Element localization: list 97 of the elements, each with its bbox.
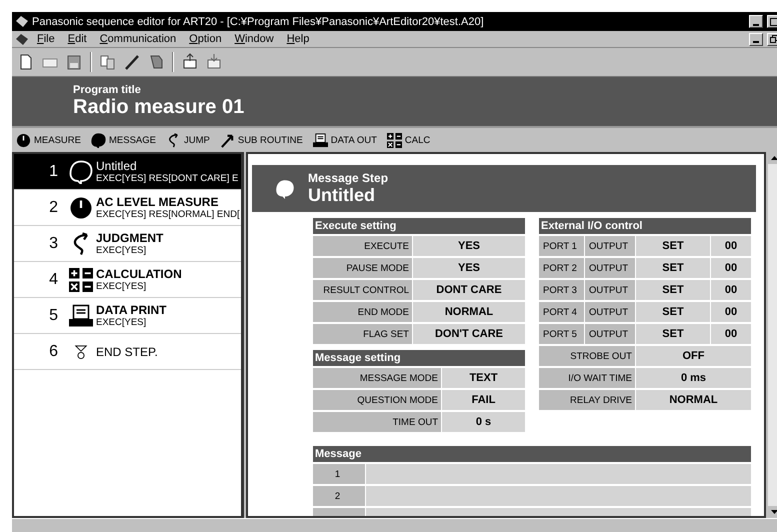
maximize-icon bbox=[770, 18, 777, 26]
setting-label: EXECUTE bbox=[313, 236, 412, 256]
port-action[interactable]: SET bbox=[636, 324, 710, 344]
dial-icon bbox=[69, 196, 93, 220]
port-mode: OUTPUT bbox=[585, 236, 635, 256]
copy-icon[interactable] bbox=[100, 53, 116, 71]
setting-value[interactable]: 0 ms bbox=[636, 368, 751, 388]
setting-value[interactable]: NORMAL bbox=[413, 302, 525, 322]
program-title: Radio measure 01 bbox=[73, 96, 246, 119]
pencil-icon[interactable] bbox=[124, 53, 140, 71]
setting-label: END MODE bbox=[313, 302, 412, 322]
dial-icon bbox=[16, 132, 31, 148]
setting-value[interactable]: YES bbox=[413, 236, 525, 256]
setting-value[interactable]: YES bbox=[413, 258, 525, 278]
toolbar-button[interactable]: DATA OUT bbox=[330, 134, 377, 146]
port-label: PORT 5 bbox=[539, 324, 584, 344]
menu-item[interactable]: Window bbox=[230, 33, 279, 45]
new-file-icon[interactable] bbox=[18, 53, 34, 71]
port-action[interactable]: SET bbox=[636, 236, 710, 256]
toolbar-button[interactable]: MEASURE bbox=[34, 134, 81, 146]
minimize-icon bbox=[753, 24, 759, 26]
toolbar-button[interactable]: JUMP bbox=[184, 134, 210, 146]
download-icon[interactable] bbox=[206, 53, 222, 71]
save-icon[interactable] bbox=[66, 53, 82, 71]
toolbar-button[interactable]: SUB ROUTINE bbox=[238, 134, 303, 146]
message-line-field[interactable] bbox=[366, 486, 751, 506]
section-title: Execute setting bbox=[313, 218, 525, 234]
step-item[interactable]: 1 Untitled EXEC[YES] RES[DONT CARE] E bbox=[14, 154, 241, 190]
setting-value[interactable]: TEXT bbox=[442, 368, 525, 388]
restore-icon bbox=[770, 35, 777, 43]
setting-value[interactable]: 0 s bbox=[442, 412, 525, 432]
setting-value[interactable]: DONT CARE bbox=[413, 280, 525, 300]
setting-value[interactable]: NORMAL bbox=[636, 390, 751, 410]
toolbar-button[interactable]: MESSAGE bbox=[108, 134, 156, 146]
setting-label: MESSAGE MODE bbox=[313, 368, 441, 388]
minimize-icon bbox=[753, 41, 759, 43]
setting-label: I/O WAIT TIME bbox=[539, 368, 635, 388]
program-title-label: Program title bbox=[73, 84, 142, 96]
window-title: Panasonic sequence editor for ART20 - [C:¥Program Files¥Panasonic¥ArtEditor20¥test.A20] bbox=[32, 16, 485, 28]
port-code[interactable]: 00 bbox=[711, 324, 751, 344]
speech-bubble-icon bbox=[90, 132, 106, 148]
section-title: External I/O control bbox=[539, 218, 751, 234]
setting-value[interactable]: DON'T CARE bbox=[413, 324, 525, 344]
setting-label: TIME OUT bbox=[313, 412, 441, 432]
port-code[interactable]: 00 bbox=[711, 302, 751, 322]
minimize-button[interactable] bbox=[749, 32, 763, 46]
scroll-up-icon[interactable] bbox=[770, 156, 777, 160]
menu-item[interactable]: Communication bbox=[94, 33, 182, 45]
message-line-field[interactable] bbox=[366, 464, 751, 484]
setting-label: FLAG SET bbox=[313, 324, 412, 344]
speech-bubble-icon bbox=[69, 160, 93, 184]
printer-icon bbox=[312, 132, 328, 148]
calculator-keys-icon bbox=[69, 268, 93, 292]
port-action[interactable]: SET bbox=[636, 302, 710, 322]
setting-label: PAUSE MODE bbox=[313, 258, 412, 278]
line-number: 2 bbox=[313, 486, 365, 506]
port-code[interactable]: 00 bbox=[711, 258, 751, 278]
step-type-label: Message Step bbox=[308, 171, 388, 185]
port-label: PORT 1 bbox=[539, 236, 584, 256]
calculator-keys-icon bbox=[386, 132, 402, 148]
menu-item[interactable]: Option bbox=[184, 33, 227, 45]
section-title: Message bbox=[313, 446, 751, 462]
restore-button[interactable] bbox=[767, 32, 777, 46]
port-mode: OUTPUT bbox=[585, 258, 635, 278]
minimize-button[interactable] bbox=[749, 15, 763, 28]
section-title: Message setting bbox=[313, 350, 525, 366]
menu-item[interactable]: Edit bbox=[62, 33, 92, 45]
port-mode: OUTPUT bbox=[585, 302, 635, 322]
line-number: 1 bbox=[313, 464, 365, 484]
port-label: PORT 3 bbox=[539, 280, 584, 300]
printer-icon bbox=[69, 304, 93, 328]
maximize-button[interactable] bbox=[767, 15, 777, 28]
toolbar-button[interactable]: CALC bbox=[404, 134, 430, 146]
port-label: PORT 4 bbox=[539, 302, 584, 322]
port-action[interactable]: SET bbox=[636, 258, 710, 278]
end-step-icon bbox=[74, 344, 88, 358]
port-action[interactable]: SET bbox=[636, 280, 710, 300]
speech-bubble-icon bbox=[274, 178, 296, 198]
step-title: Untitled bbox=[308, 185, 376, 206]
scrollbar[interactable] bbox=[768, 152, 777, 518]
app-icon bbox=[15, 15, 29, 28]
menu-item[interactable]: File bbox=[32, 33, 60, 45]
upload-icon[interactable] bbox=[182, 53, 198, 71]
menu-item[interactable]: Help bbox=[282, 33, 314, 45]
port-mode: OUTPUT bbox=[585, 280, 635, 300]
port-code[interactable]: 00 bbox=[711, 280, 751, 300]
setting-label: STROBE OUT bbox=[539, 346, 635, 366]
setting-label: RELAY DRIVE bbox=[539, 390, 635, 410]
setting-value[interactable]: FAIL bbox=[442, 390, 525, 410]
setting-value[interactable]: OFF bbox=[636, 346, 751, 366]
port-label: PORT 2 bbox=[539, 258, 584, 278]
port-mode: OUTPUT bbox=[585, 324, 635, 344]
port-code[interactable]: 00 bbox=[711, 236, 751, 256]
scroll-down-icon[interactable] bbox=[770, 510, 777, 514]
arrow-icon bbox=[220, 132, 235, 148]
setting-label: RESULT CONTROL bbox=[313, 280, 412, 300]
setting-label: QUESTION MODE bbox=[313, 390, 441, 410]
